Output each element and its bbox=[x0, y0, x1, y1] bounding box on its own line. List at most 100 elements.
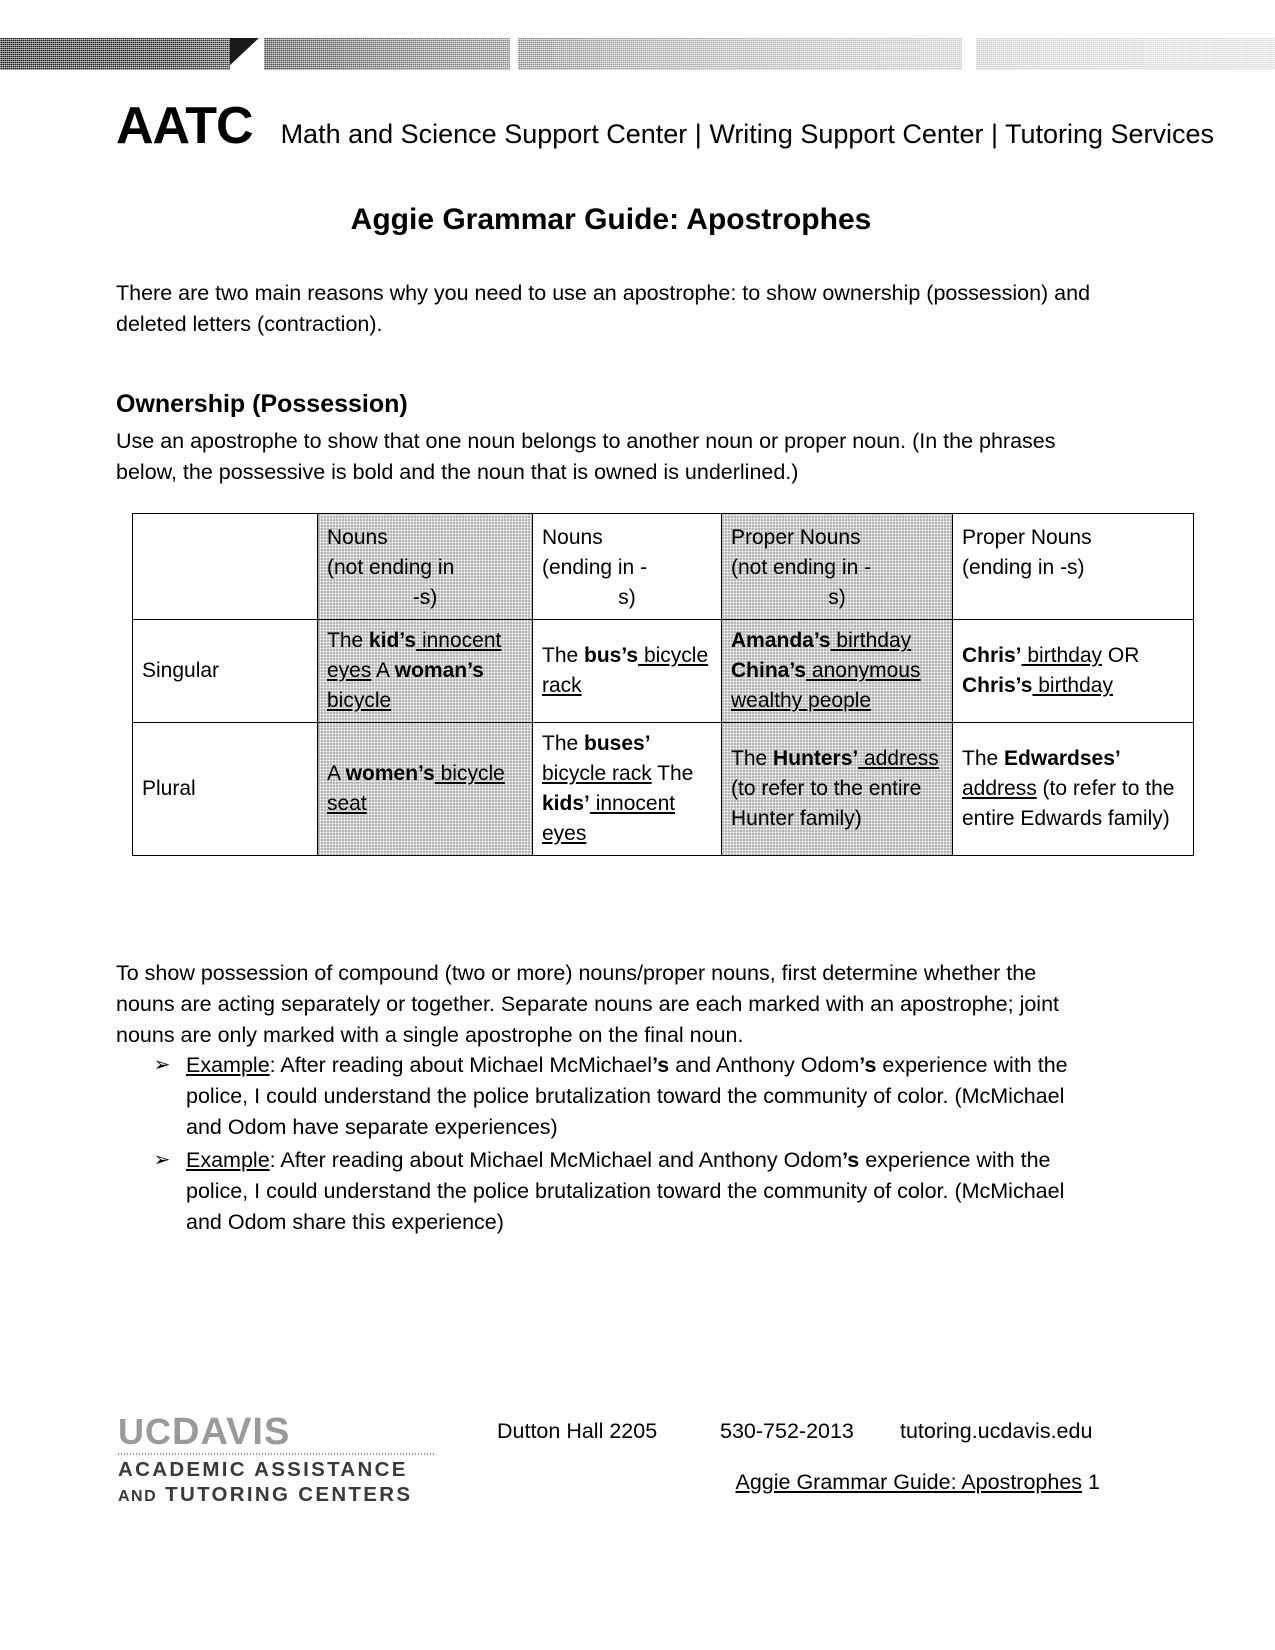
phrase-possessive: Hunters’ bbox=[773, 747, 859, 770]
phrase-prefix: The bbox=[327, 629, 370, 652]
footer-doc-link[interactable]: Aggie Grammar Guide: Apostrophes bbox=[735, 1470, 1082, 1494]
phrase-possessive: women’s bbox=[345, 762, 435, 785]
cell-singular-nouns-s: The bus’s bicycle rack bbox=[532, 619, 722, 723]
list-item: ➢ Example: After reading about Michael M… bbox=[116, 1050, 1096, 1143]
cell-plural-nouns-s: The buses’ bicycle rack The kids’ innoce… bbox=[532, 722, 722, 856]
phrase: Amanda’s birthday bbox=[731, 629, 911, 652]
phrase-prefix: The bbox=[657, 762, 694, 785]
banner-gap-2 bbox=[962, 38, 976, 70]
phrase-suffix: OR bbox=[1102, 644, 1140, 667]
phrase-possessive: Edwardses’ bbox=[1004, 747, 1121, 770]
phrase-owned: birthday bbox=[830, 629, 912, 652]
phrase-owned: address bbox=[962, 777, 1037, 800]
possessives-table: Nouns (not ending in -s) Nouns (ending i… bbox=[132, 513, 1194, 856]
arrow-bullet-icon: ➢ bbox=[153, 1054, 171, 1076]
cell-plural-proper-s: The Edwardses’ address (to refer to the … bbox=[952, 722, 1194, 856]
header-line-2: (ending in - bbox=[542, 556, 648, 579]
arrow-bullet-icon: ➢ bbox=[153, 1149, 171, 1171]
phrase-possessive: kid’s bbox=[369, 629, 417, 652]
phrase: The buses’ bicycle rack bbox=[542, 732, 652, 785]
phrase-prefix: The bbox=[542, 644, 585, 667]
list-item: ➢ Example: After reading about Michael M… bbox=[116, 1145, 1096, 1238]
footer-page-row: Aggie Grammar Guide: Apostrophes 1 bbox=[560, 1470, 1100, 1495]
phrase-prefix: The bbox=[542, 732, 585, 755]
page-title: Aggie Grammar Guide: Apostrophes bbox=[350, 203, 872, 236]
phrase: The bus’s bicycle rack bbox=[542, 644, 708, 697]
banner-notch bbox=[230, 38, 264, 70]
header-line-3: s) bbox=[828, 586, 846, 609]
cell-singular-nouns-not-s: The kid’s innocent eyes A woman’s bicycl… bbox=[317, 619, 533, 723]
table-row: Plural A women’s bicycle seat The buses’… bbox=[132, 722, 1194, 856]
banner-dither-overlay bbox=[0, 38, 1275, 70]
header-line-1: Proper Nouns bbox=[962, 526, 1092, 549]
masthead: AATC Math and Science Support Center | W… bbox=[116, 100, 1214, 152]
phrase: Chris’s birthday bbox=[962, 674, 1113, 697]
phrase-possessive: woman’s bbox=[394, 659, 484, 682]
example-bold-1: ’s bbox=[842, 1148, 860, 1172]
table-header-proper-not-s: Proper Nouns (not ending in - s) bbox=[721, 513, 953, 620]
list-item-text: Example: After reading about Michael McM… bbox=[182, 1050, 1091, 1143]
logo-tutoring-centers: TUTORING CENTERS bbox=[165, 1483, 413, 1506]
header-line-3: s) bbox=[618, 586, 636, 609]
table-header-row: Nouns (not ending in -s) Nouns (ending i… bbox=[132, 513, 1194, 620]
row-label-plural: Plural bbox=[132, 722, 318, 856]
masthead-tagline: Math and Science Support Center | Writin… bbox=[280, 119, 1215, 149]
logo-subtitle-line-2: AND TUTORING CENTERS bbox=[118, 1482, 448, 1509]
header-line-2: (not ending in - bbox=[731, 556, 872, 579]
phrase-prefix: The bbox=[962, 747, 1005, 770]
phrase: China’s anonymous wealthy people bbox=[731, 659, 920, 712]
example-bold-2: ’s bbox=[859, 1053, 877, 1077]
list-item-text: Example: After reading about Michael McM… bbox=[182, 1145, 1091, 1238]
logo-and: AND bbox=[118, 1488, 158, 1505]
example-bold-1: ’s bbox=[652, 1053, 670, 1077]
table-body: Singular The kid’s innocent eyes A woman… bbox=[132, 619, 1194, 856]
example-label: Example bbox=[186, 1148, 270, 1172]
table-corner-cell bbox=[132, 513, 318, 620]
footer-room: Dutton Hall 2205 bbox=[497, 1419, 658, 1443]
ucdavis-davis: DAVIS bbox=[172, 1411, 291, 1453]
ownership-heading: Ownership (Possession) bbox=[116, 390, 408, 418]
header-line-1: Nouns bbox=[327, 526, 388, 549]
cell-singular-proper-not-s: Amanda’s birthday China’s anonymous weal… bbox=[721, 619, 953, 723]
phrase: A women’s bicycle seat bbox=[327, 762, 505, 815]
phrase-owned: birthday bbox=[1021, 644, 1103, 667]
table-header-proper-s: Proper Nouns (ending in -s) bbox=[952, 513, 1194, 620]
phrase-owned: bicycle bbox=[327, 689, 392, 712]
phrase-possessive: kids’ bbox=[542, 792, 590, 815]
cell-singular-proper-s: Chris’ birthday OR Chris’s birthday bbox=[952, 619, 1194, 723]
page-number: 1 bbox=[1088, 1470, 1100, 1494]
table-header-nouns-not-s: Nouns (not ending in -s) bbox=[317, 513, 533, 620]
example-text-1: : After reading about Michael McMichael bbox=[269, 1053, 653, 1077]
phrase: The Edwardses’ address (to refer to the … bbox=[962, 747, 1174, 830]
ucdavis-uc: UC bbox=[118, 1411, 172, 1452]
logo-subtitle-line-1: ACADEMIC ASSISTANCE bbox=[118, 1458, 408, 1481]
phrase-prefix: A bbox=[376, 659, 395, 682]
header-line-2: (not ending in bbox=[327, 556, 455, 579]
footer-phone: 530-752-2013 bbox=[720, 1419, 854, 1443]
cell-plural-nouns-not-s: A women’s bicycle seat bbox=[317, 722, 533, 856]
phrase-prefix: The bbox=[731, 747, 774, 770]
table-header-nouns-s: Nouns (ending in - s) bbox=[532, 513, 722, 620]
phrase-prefix: A bbox=[327, 762, 346, 785]
table-row: Singular The kid’s innocent eyes A woman… bbox=[132, 619, 1194, 723]
phrase-possessive: Chris’ bbox=[962, 644, 1022, 667]
header-line-3: -s) bbox=[412, 586, 438, 609]
phrase: The Hunters’ address (to refer to the en… bbox=[731, 747, 939, 830]
ownership-paragraph: Use an apostrophe to show that one noun … bbox=[116, 429, 1056, 484]
cell-plural-proper-not-s: The Hunters’ address (to refer to the en… bbox=[721, 722, 953, 856]
ucdavis-wordmark: UCDAVIS bbox=[118, 1411, 448, 1453]
ucdavis-logo: UCDAVIS ACADEMIC ASSISTANCE AND TUTORING… bbox=[118, 1412, 448, 1509]
phrase-owned: birthday bbox=[1032, 674, 1113, 697]
examples-list: ➢ Example: After reading about Michael M… bbox=[116, 1050, 1096, 1240]
phrase-owned: address bbox=[858, 747, 939, 770]
phrase-suffix: (to refer to the entire Hunter family) bbox=[731, 777, 922, 830]
footer-website[interactable]: tutoring.ucdavis.edu bbox=[900, 1419, 1092, 1444]
logo-divider bbox=[118, 1453, 436, 1455]
header-line-1: Nouns bbox=[542, 526, 603, 549]
intro-paragraph: There are two main reasons why you need … bbox=[116, 281, 1091, 336]
header-line-1: Proper Nouns bbox=[731, 526, 861, 549]
banner-gap-1 bbox=[510, 38, 518, 70]
example-label: Example bbox=[186, 1053, 270, 1077]
phrase-possessive: buses’ bbox=[584, 732, 651, 755]
phrase-possessive: China’s bbox=[731, 659, 807, 682]
